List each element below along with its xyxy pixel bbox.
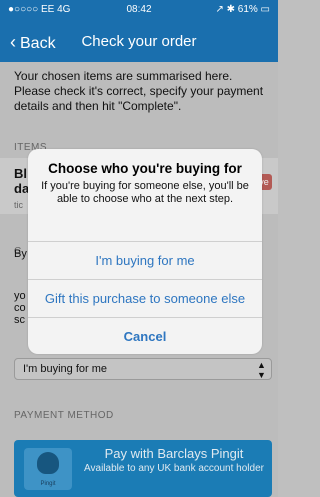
recipient-line: co (14, 302, 26, 314)
intro-text: Your chosen items are summarised here. P… (14, 69, 264, 113)
pingit-title: Pay with Barclays Pingit (104, 446, 244, 461)
buyer-choice-dialog: Choose who you're buying for If you're b… (28, 149, 262, 354)
payment-section-label: PAYMENT METHOD (14, 410, 114, 421)
barclays-eagle-icon (37, 452, 59, 474)
pingit-subtitle: Available to any UK bank account holder (84, 463, 264, 474)
page-title: Check your order (81, 33, 197, 50)
item-name: Bl da (14, 166, 29, 196)
cancel-button[interactable]: Cancel (28, 317, 262, 354)
dialog-message: If you're buying for someone else, you'l… (41, 180, 249, 205)
navigation-bar: ‹ Back Check your order (0, 22, 278, 62)
dialog-title: Choose who you're buying for (48, 161, 242, 176)
recipient-line: yo (14, 290, 26, 302)
buying-for-me-button[interactable]: I'm buying for me (28, 241, 262, 279)
recipient-line: sc (14, 314, 25, 326)
item-name-line-2: da (14, 181, 30, 196)
pingit-pay-button[interactable]: Pingit Pay with Barclays Pingit Availabl… (14, 440, 272, 497)
item-subtitle: tic (14, 200, 23, 210)
recipient-line: By (14, 248, 27, 260)
pingit-logo: Pingit (24, 448, 72, 490)
item-name-line-1: Bl (14, 166, 27, 181)
recipient-select[interactable]: I'm buying for me ▲ ▼ (14, 358, 272, 380)
status-bar: ●○○○○ EE 4G 08:42 ↗ ✱ 61% ▭ (0, 0, 278, 20)
recipient-description-cont: yo co sc (14, 290, 26, 326)
select-arrows-icon: ▲ ▼ (257, 360, 266, 380)
recipient-description: By (14, 248, 27, 260)
top-bar: ●○○○○ EE 4G 08:42 ↗ ✱ 61% ▭ ‹ Back Check … (0, 0, 278, 62)
recipient-select-value: I'm buying for me (23, 363, 108, 375)
status-indicators: ↗ ✱ 61% ▭ (215, 4, 270, 15)
gift-purchase-button[interactable]: Gift this purchase to someone else (28, 279, 262, 317)
pingit-logo-label: Pingit (40, 481, 56, 487)
